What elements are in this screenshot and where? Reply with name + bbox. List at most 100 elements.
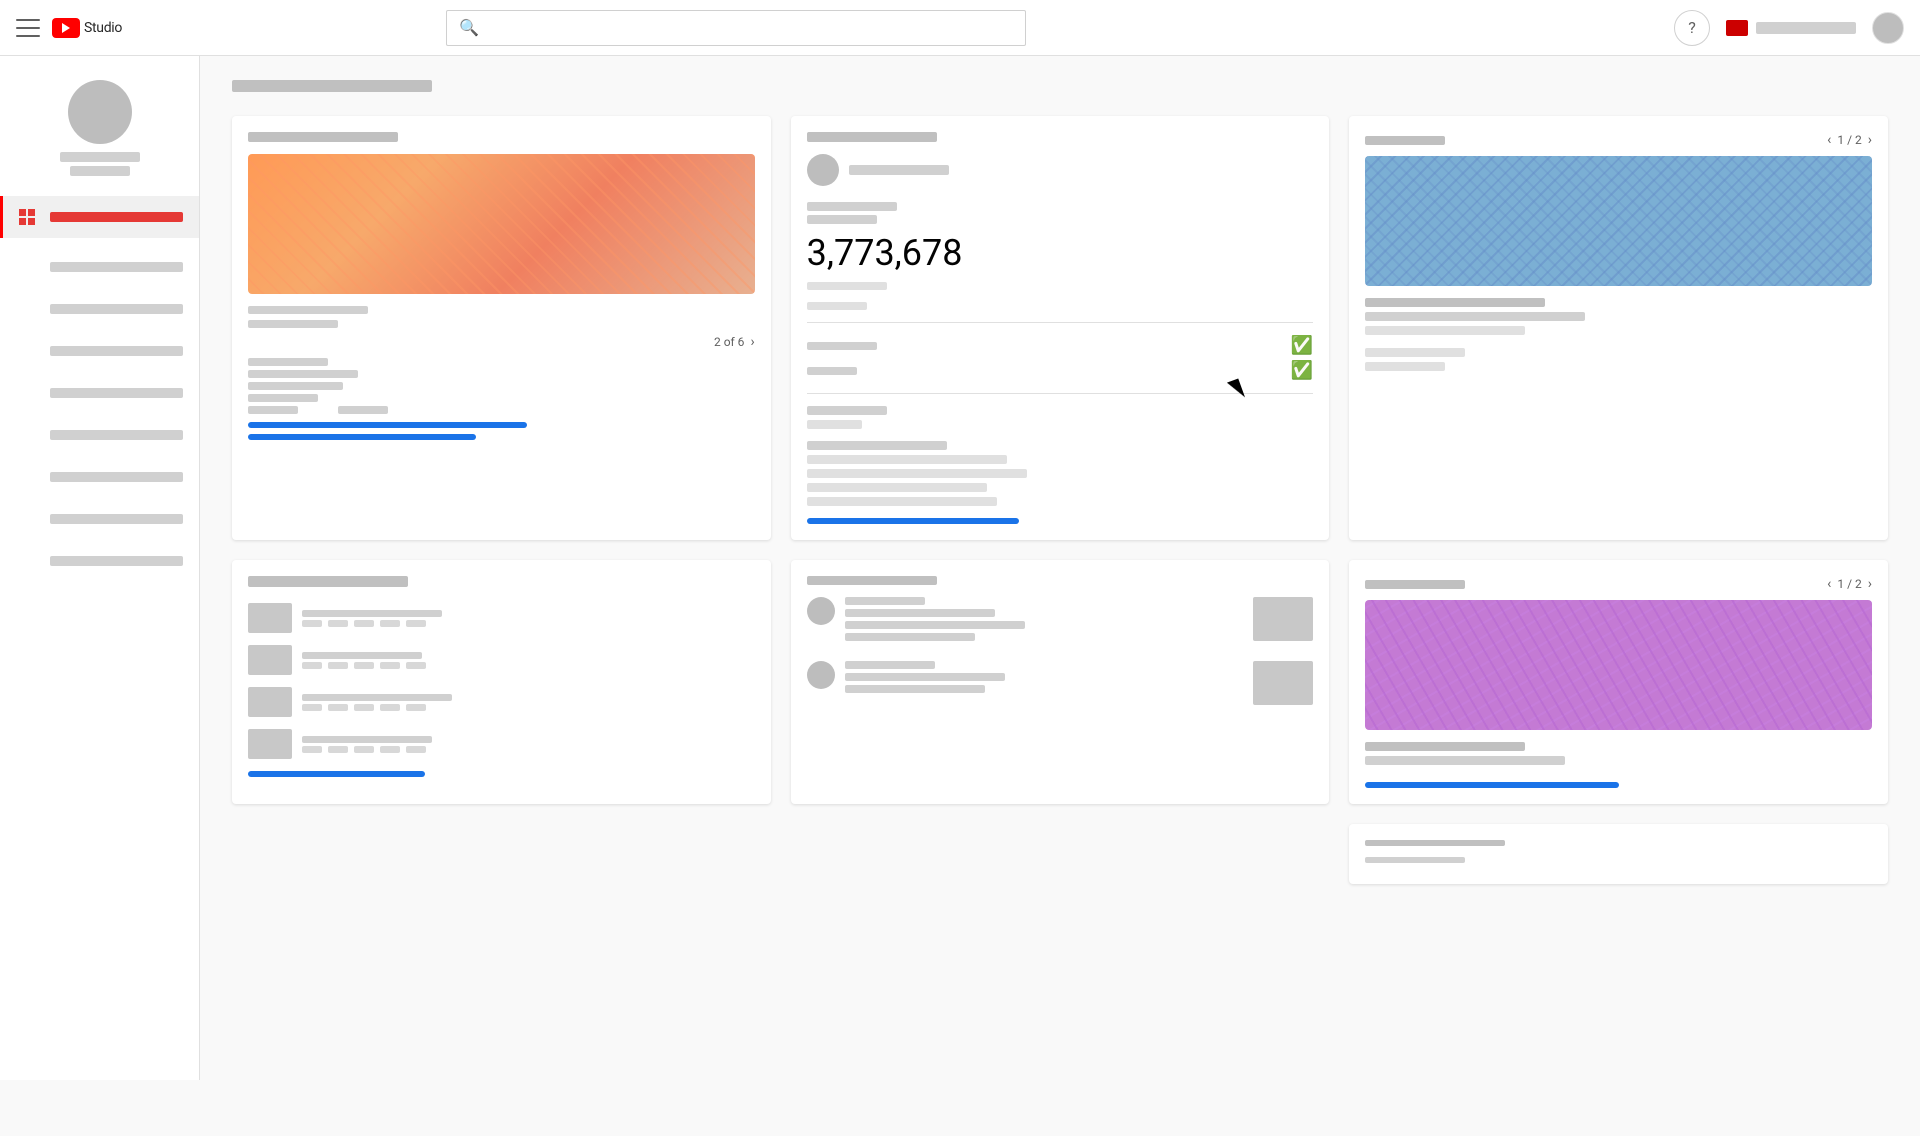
metric-label-2 <box>807 215 877 224</box>
stat-bar-2b <box>328 662 348 669</box>
list-item-1 <box>248 603 755 633</box>
comment-item-1 <box>807 597 1314 645</box>
list-stats-3 <box>302 704 755 711</box>
header-right: ? <box>1674 10 1904 46</box>
text-bar-3 <box>807 441 947 450</box>
youtube-logo: Studio <box>52 18 122 38</box>
stat-bar-1c <box>354 620 374 627</box>
header-left: Studio <box>16 16 122 40</box>
stat-bar-3d <box>380 704 400 711</box>
comment-text-2a <box>845 673 1005 681</box>
sidebar-section <box>0 246 199 582</box>
comment-avatar-1 <box>807 597 835 625</box>
comment-text-1c <box>845 633 975 641</box>
list-meta-1 <box>302 610 755 627</box>
card7-text-2 <box>1365 857 1465 863</box>
list-item-3 <box>248 687 755 717</box>
menu-button[interactable] <box>16 16 40 40</box>
card3-text-5 <box>1365 362 1445 371</box>
stat-bar-3a <box>302 704 322 711</box>
sidebar-dashboard-label <box>50 212 183 222</box>
channel-avatar <box>807 154 839 186</box>
next-arrow-2[interactable]: › <box>1868 576 1872 592</box>
card-channel-stats: 3,773,678 ✅ ✅ <box>791 116 1330 540</box>
search-input[interactable] <box>487 20 1013 36</box>
prev-arrow-2[interactable]: ‹ <box>1827 576 1831 592</box>
sidebar-item-4[interactable] <box>0 372 199 414</box>
divider-1 <box>807 322 1314 323</box>
card3-pagination: ‹ 1 / 2 › <box>1827 132 1872 148</box>
card-video-purple: ‹ 1 / 2 › <box>1349 560 1888 804</box>
page-title <box>232 80 432 92</box>
list-meta-4 <box>302 736 755 753</box>
stat-bar-1b <box>328 620 348 627</box>
perf-stat-1 <box>248 306 368 314</box>
next-arrow[interactable]: › <box>750 334 754 350</box>
perf-stat-4 <box>248 370 358 378</box>
user-avatar[interactable] <box>1872 12 1904 44</box>
card3-title <box>1365 136 1445 145</box>
card6-title <box>1365 580 1465 589</box>
help-button[interactable]: ? <box>1674 10 1710 46</box>
sidebar-item-2[interactable] <box>0 288 199 330</box>
sidebar-name-1 <box>60 152 140 162</box>
perf-stat-sm-2 <box>338 406 388 414</box>
stat-bar-4a <box>302 746 322 753</box>
stat-bar-1a <box>302 620 322 627</box>
next-arrow-1[interactable]: › <box>1868 132 1872 148</box>
list-stats-2 <box>302 662 755 669</box>
divider-2 <box>807 393 1314 394</box>
metric-sub-2 <box>807 302 867 310</box>
card-video-blue: ‹ 1 / 2 › <box>1349 116 1888 540</box>
account-name-bar <box>1756 22 1856 34</box>
card-blue-image <box>1365 156 1872 286</box>
list-thumb-4 <box>248 729 292 759</box>
list-header <box>248 576 408 587</box>
card-performance-title <box>248 132 398 142</box>
perf-stat-sm-1 <box>248 406 298 414</box>
stat-row-2: ✅ <box>807 360 1314 381</box>
sidebar-icon-6 <box>16 466 38 488</box>
list-item-2 <box>248 645 755 675</box>
flag-icon <box>1726 20 1748 36</box>
prev-arrow-1[interactable]: ‹ <box>1827 132 1831 148</box>
card6-text-1 <box>1365 742 1525 751</box>
stat-bar-1e <box>406 620 426 627</box>
search-bar[interactable]: 🔍 <box>446 10 1026 46</box>
stat-bar-4d <box>380 746 400 753</box>
comment-thumb-1 <box>1253 597 1313 641</box>
sidebar-item-dashboard[interactable] <box>0 196 199 238</box>
list-item-4 <box>248 729 755 759</box>
sidebar-item-6[interactable] <box>0 456 199 498</box>
card-video-list <box>232 560 771 804</box>
progress-bars <box>248 422 755 440</box>
comment-content-1 <box>845 597 1244 645</box>
comment-avatar-2 <box>807 661 835 689</box>
list-meta-bar-1 <box>302 610 442 617</box>
text-bar-4 <box>807 455 1007 464</box>
progress-bar-1 <box>248 422 527 428</box>
comment-name-1 <box>845 597 925 605</box>
sidebar-label-3 <box>50 346 183 356</box>
card3-text-4 <box>1365 348 1465 357</box>
list-meta-3 <box>302 694 755 711</box>
card-comments <box>791 560 1330 804</box>
card-performance: 2 of 6 › <box>232 116 771 540</box>
sidebar-item-1[interactable] <box>0 246 199 288</box>
progress-bar-2 <box>248 434 476 440</box>
metric-sub-1 <box>807 282 887 290</box>
stat-bar-4e <box>406 746 426 753</box>
header: Studio 🔍 ? <box>0 0 1920 56</box>
pagination-text-3: 1 / 2 <box>1837 133 1861 147</box>
stat-bar-4c <box>354 746 374 753</box>
sidebar-icon-3 <box>16 340 38 362</box>
dashboard-icon <box>16 206 38 228</box>
perf-stat-2 <box>248 320 338 328</box>
card3-text-1 <box>1365 298 1545 307</box>
sidebar-item-8[interactable] <box>0 540 199 582</box>
sidebar-item-3[interactable] <box>0 330 199 372</box>
sidebar-item-7[interactable] <box>0 498 199 540</box>
stat-row-1: ✅ <box>807 335 1314 356</box>
sidebar-item-5[interactable] <box>0 414 199 456</box>
stat-bar-3c <box>354 704 374 711</box>
